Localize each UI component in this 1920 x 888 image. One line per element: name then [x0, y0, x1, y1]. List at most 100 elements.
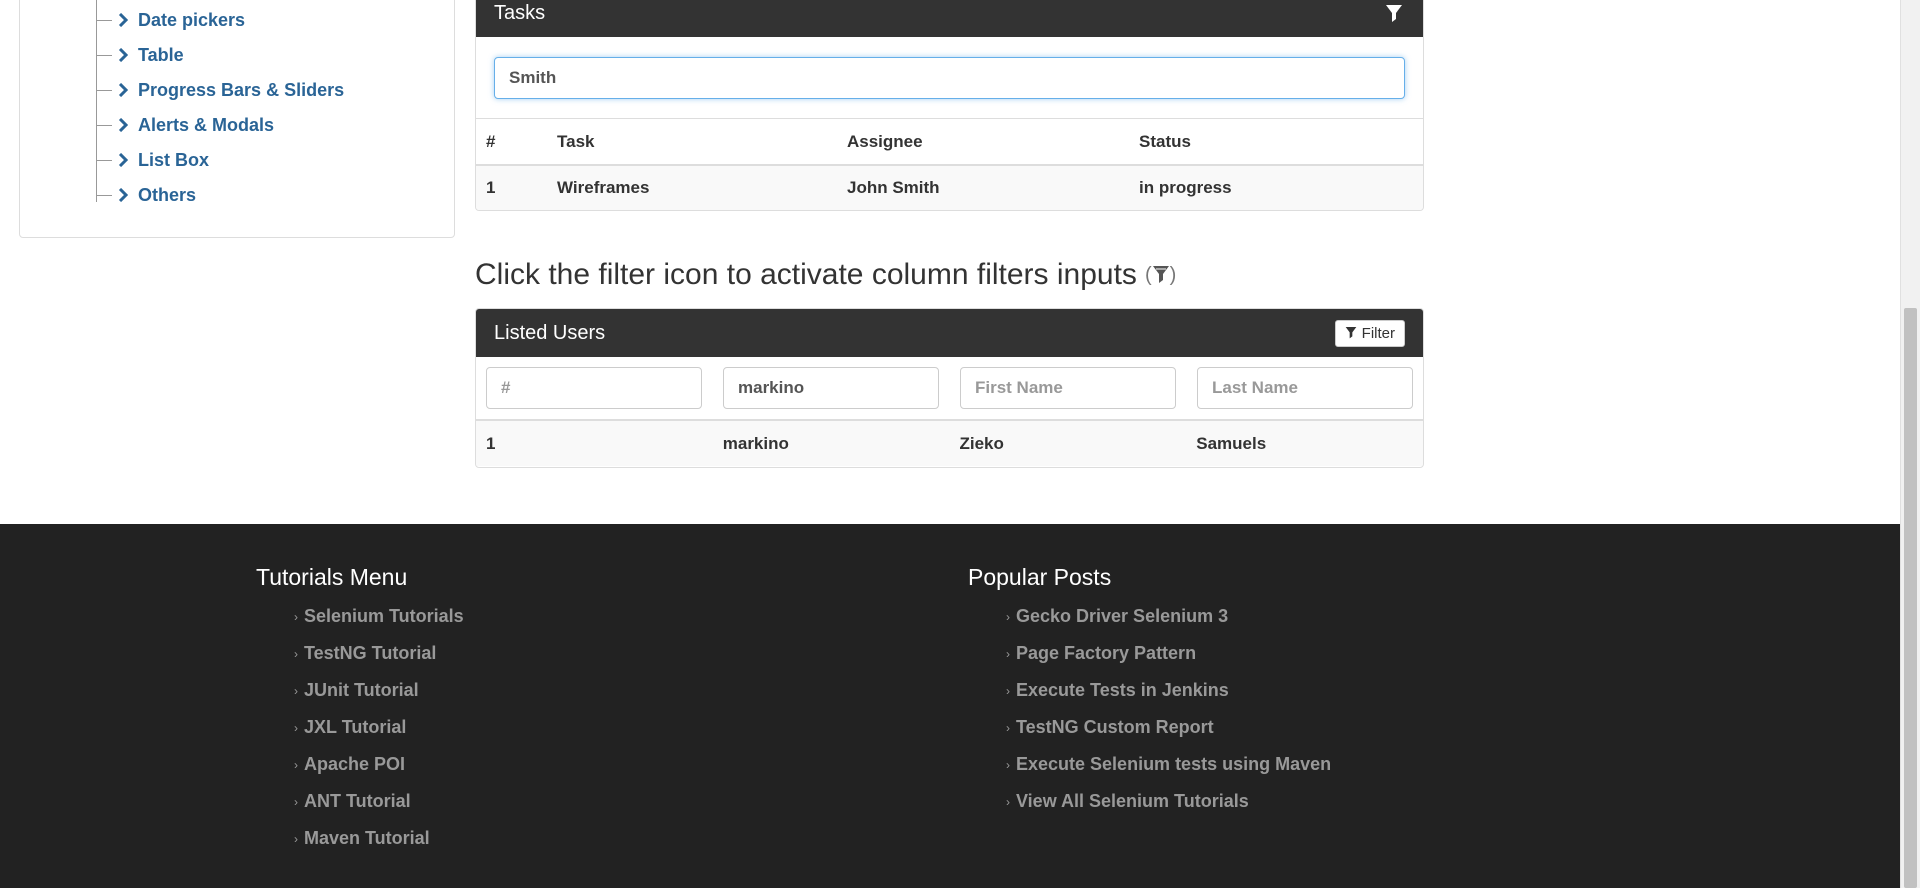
chevron-right-icon[interactable] — [116, 151, 130, 169]
filter-last-name-input[interactable] — [1197, 367, 1413, 409]
filter-icon — [1345, 327, 1356, 339]
chevron-right-icon[interactable] — [116, 11, 130, 29]
caret-right-icon: › — [294, 795, 298, 809]
site-footer: Tutorials Menu › Selenium Tutorials › Test… — [0, 524, 1900, 888]
sidebar-item-label[interactable]: List Box — [138, 150, 209, 171]
footer-link-item[interactable]: › View All Selenium Tutorials — [1006, 791, 1331, 828]
paren-open: ( — [1144, 263, 1152, 286]
chevron-right-icon[interactable] — [116, 116, 130, 134]
table-cell: 1 — [486, 178, 496, 197]
filter-icon[interactable] — [1383, 3, 1405, 25]
caret-right-icon: › — [294, 832, 298, 846]
footer-link-item[interactable]: › Maven Tutorial — [294, 828, 464, 865]
column-header: Assignee — [847, 131, 923, 151]
panel-title: Listed Users — [494, 321, 606, 344]
sidebar-item-label[interactable]: Others — [138, 185, 196, 206]
sidebar-item-date-pickers[interactable]: Date pickers — [96, 9, 245, 31]
tree-branch — [96, 159, 112, 161]
panel-title: Tasks — [494, 2, 546, 24]
sidebar-item-list-box[interactable]: List Box — [96, 149, 209, 171]
chevron-right-icon[interactable] — [116, 46, 130, 64]
footer-link[interactable]: Gecko Driver Selenium 3 — [1016, 606, 1228, 627]
sidebar-item-table[interactable]: Table — [96, 44, 184, 66]
tasks-search-wrapper — [476, 37, 1423, 119]
table-cell: markino — [722, 433, 789, 453]
filter-username-input[interactable] — [723, 367, 939, 409]
table-cell: Samuels — [1196, 433, 1267, 453]
footer-link-item[interactable]: › Execute Selenium tests using Maven — [1006, 754, 1331, 791]
footer-tutorials-list: › Selenium Tutorials › TestNG Tutorial › JU… — [294, 606, 464, 865]
footer-link[interactable]: TestNG Custom Report — [1016, 717, 1214, 738]
paren-close: ) — [1169, 263, 1177, 286]
footer-link[interactable]: JXL Tutorial — [304, 717, 406, 738]
caret-right-icon: › — [294, 647, 298, 661]
footer-link-item[interactable]: › Gecko Driver Selenium 3 — [1006, 606, 1331, 643]
sidebar-item-label[interactable]: Table — [138, 45, 184, 66]
caret-right-icon: › — [1006, 795, 1010, 809]
filter-first-name-input[interactable] — [960, 367, 1176, 409]
column-filter-row — [476, 357, 1423, 421]
caret-right-icon: › — [294, 721, 298, 735]
table-cell: Zieko — [959, 433, 1004, 453]
heading-text: Click the filter icon to activate column… — [475, 258, 1137, 291]
table-cell: Wireframes — [557, 178, 650, 197]
heading-filter-hint: ( ) — [1145, 264, 1176, 287]
tree-branch — [96, 124, 112, 126]
sidebar-item-label[interactable]: Date pickers — [138, 10, 245, 31]
caret-right-icon: › — [294, 610, 298, 624]
page-scrollbar[interactable] — [1900, 0, 1920, 888]
table-header-row: # Task Assignee Status — [476, 119, 1423, 165]
task-search-input[interactable] — [494, 56, 1405, 99]
footer-link-item[interactable]: › Selenium Tutorials — [294, 606, 464, 643]
footer-link-item[interactable]: › ANT Tutorial — [294, 791, 464, 828]
caret-right-icon: › — [294, 684, 298, 698]
footer-link[interactable]: Selenium Tutorials — [304, 606, 464, 627]
scrollbar-thumb[interactable] — [1904, 308, 1917, 888]
filter-button[interactable]: Filter — [1334, 319, 1405, 347]
tree-branch — [96, 89, 112, 91]
tasks-panel: Tasks # Task Assignee Status 1 Wireframe… — [475, 0, 1424, 211]
footer-link[interactable]: Execute Tests in Jenkins — [1016, 680, 1229, 701]
footer-link-item[interactable]: › TestNG Tutorial — [294, 643, 464, 680]
column-header: Task — [557, 131, 595, 151]
footer-popular-list: › Gecko Driver Selenium 3 › Page Factory P… — [1006, 606, 1331, 828]
filter-icon — [1152, 266, 1169, 283]
caret-right-icon: › — [1006, 647, 1010, 661]
footer-link[interactable]: Execute Selenium tests using Maven — [1016, 754, 1331, 775]
footer-link[interactable]: ANT Tutorial — [304, 791, 411, 812]
sidebar-item-others[interactable]: Others — [96, 184, 196, 206]
footer-link[interactable]: Page Factory Pattern — [1016, 643, 1196, 664]
chevron-right-icon[interactable] — [116, 186, 130, 204]
table-cell: in progress — [1139, 178, 1232, 197]
footer-link[interactable]: Apache POI — [304, 754, 405, 775]
tasks-panel-header: Tasks — [476, 0, 1423, 37]
footer-link-item[interactable]: › TestNG Custom Report — [1006, 717, 1331, 754]
footer-link-item[interactable]: › Page Factory Pattern — [1006, 643, 1331, 680]
footer-link-item[interactable]: › Apache POI — [294, 754, 464, 791]
sidebar-item-label[interactable]: Alerts & Modals — [138, 115, 274, 136]
footer-link-item[interactable]: › Execute Tests in Jenkins — [1006, 680, 1331, 717]
footer-popular-title: Popular Posts — [968, 564, 1112, 590]
chevron-right-icon[interactable] — [116, 81, 130, 99]
sidebar-item-label[interactable]: Progress Bars & Sliders — [138, 80, 344, 101]
caret-right-icon: › — [1006, 684, 1010, 698]
caret-right-icon: › — [1006, 610, 1010, 624]
footer-link-item[interactable]: › JXL Tutorial — [294, 717, 464, 754]
filter-button-label: Filter — [1361, 324, 1395, 342]
table-cell: 1 — [486, 433, 496, 453]
footer-link[interactable]: View All Selenium Tutorials — [1016, 791, 1249, 812]
footer-link-item[interactable]: › JUnit Tutorial — [294, 680, 464, 717]
table-row: 1 Wireframes John Smith in progress — [476, 165, 1423, 210]
section-heading: Click the filter icon to activate column… — [475, 258, 1176, 292]
sidebar-item-progress-bars[interactable]: Progress Bars & Sliders — [96, 79, 344, 101]
footer-link[interactable]: JUnit Tutorial — [304, 680, 419, 701]
tree-branch — [96, 54, 112, 56]
sidebar-item-alerts-modals[interactable]: Alerts & Modals — [96, 114, 274, 136]
footer-link[interactable]: TestNG Tutorial — [304, 643, 436, 664]
table-cell: John Smith — [847, 178, 940, 197]
footer-link[interactable]: Maven Tutorial — [304, 828, 430, 849]
tree-branch — [96, 19, 112, 21]
caret-right-icon: › — [1006, 721, 1010, 735]
filter-id-input[interactable] — [486, 367, 702, 409]
tasks-table: # Task Assignee Status 1 Wireframes John… — [476, 119, 1423, 210]
